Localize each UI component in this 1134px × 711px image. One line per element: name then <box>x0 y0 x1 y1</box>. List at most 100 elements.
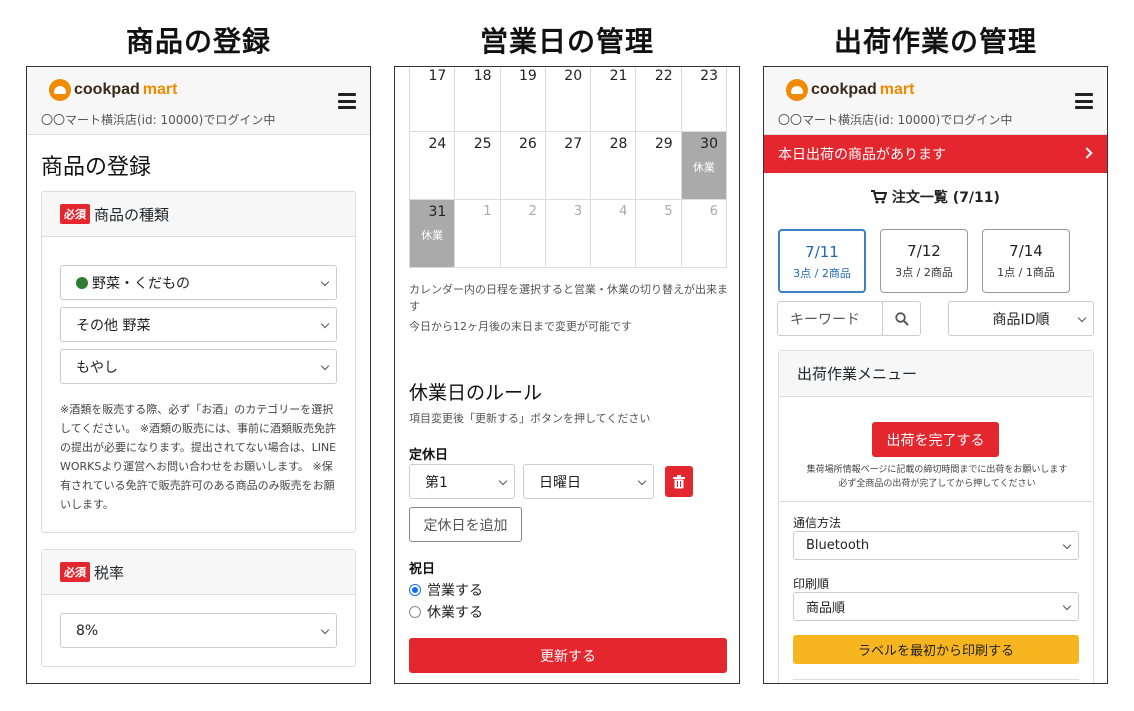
date-tab-0[interactable]: 7/11 3点 / 2商品 <box>778 229 866 293</box>
shipping-alert-text: 本日出荷の商品があります <box>778 147 946 163</box>
weekday-select[interactable]: 日曜日 <box>523 464 654 499</box>
calendar-day-cell[interactable]: 28 <box>590 131 637 200</box>
calendar-day-number: 18 <box>473 68 492 84</box>
chevron-down-icon <box>320 319 330 329</box>
caption-business-day-management: 営業日の管理 <box>479 25 654 58</box>
calendar-day-cell[interactable]: 29 <box>635 131 682 200</box>
radio-open[interactable]: 営業する <box>409 579 483 601</box>
search-icon <box>894 311 909 326</box>
calendar-week-row: 31 休業 1 2 3 4 5 6 <box>408 199 728 268</box>
chevron-down-icon <box>498 476 508 486</box>
calendar-day-number: 2 <box>528 204 537 219</box>
tax-rate-value: 8% <box>76 622 99 639</box>
tax-rate-select[interactable]: 8% <box>60 613 337 648</box>
calendar-day-cell[interactable]: 4 <box>590 199 637 268</box>
calendar-day-cell[interactable]: 30 休業 <box>680 131 728 200</box>
required-badge: 必須 <box>60 562 90 582</box>
calendar-day-cell[interactable]: 25 <box>454 131 501 200</box>
calendar-day-number: 21 <box>609 68 628 84</box>
calendar-day-cell[interactable]: 5 <box>635 199 682 268</box>
radio-closed[interactable]: 休業する <box>409 601 483 623</box>
national-holiday-label: 祝日 <box>409 562 436 577</box>
hamburger-menu-icon[interactable] <box>338 93 356 109</box>
brand-name: cookpad <box>811 81 877 98</box>
next-card: 必須 <box>41 683 356 684</box>
calendar-range-note: 今日から12ヶ月後の末日まで変更が可能です <box>409 320 632 333</box>
brand-logo[interactable]: cookpad mart <box>786 79 914 101</box>
item-select[interactable]: もやし <box>60 349 337 384</box>
card-body: 野菜・くだもの その他 野菜 もやし ※酒類を販売する際、必ず「お酒」のカテゴリ… <box>42 237 355 532</box>
fixed-holiday-label: 定休日 <box>409 448 449 463</box>
radio-button-checked[interactable] <box>409 584 421 596</box>
calendar-day-cell[interactable]: 3 <box>544 199 592 268</box>
holiday-tag: 休業 <box>421 229 444 242</box>
date-tab-2[interactable]: 7/14 1点 / 1商品 <box>982 229 1070 293</box>
print-labels-button[interactable]: ラベルを最初から印刷する <box>793 635 1079 664</box>
calendar-day-cell[interactable]: 21 <box>590 67 637 132</box>
radio-button[interactable] <box>409 606 421 618</box>
calendar-day-cell[interactable]: 6 <box>680 199 728 268</box>
calendar-day-number: 3 <box>573 204 583 219</box>
calendar-day-cell[interactable]: 17 <box>408 67 456 132</box>
brand-suffix: mart <box>879 81 915 98</box>
print-order-label: 印刷順 <box>793 577 830 591</box>
calendar-day-cell[interactable]: 24 <box>408 131 456 200</box>
card-header: 必須 商品の種類 <box>42 192 355 237</box>
date-tab-summary: 3点 / 2商品 <box>895 266 953 279</box>
calendar-day-number: 24 <box>428 136 447 152</box>
chef-hat-icon <box>786 79 808 101</box>
calendar-day-number: 4 <box>619 204 628 219</box>
login-status: 〇〇マート横浜店(id: 10000)でログイン中 <box>41 113 276 127</box>
calendar-day-cell[interactable]: 27 <box>544 131 592 200</box>
chevron-right-icon <box>1081 147 1093 159</box>
calendar-day-cell[interactable]: 23 <box>680 67 728 132</box>
product-type-card: 必須 商品の種類 野菜・くだもの その他 野菜 もやし ※酒類を販売する際、必ず… <box>41 191 356 533</box>
brand-logo[interactable]: cookpad mart <box>49 79 177 101</box>
calendar-day-number: 25 <box>473 136 492 152</box>
hamburger-menu-icon[interactable] <box>1075 93 1093 109</box>
complete-note-line2: 必ず全商品の出荷が完了してから押してください <box>838 479 1036 489</box>
delete-fixed-holiday-button[interactable] <box>665 466 693 497</box>
add-fixed-holiday-button[interactable]: 定休日を追加 <box>409 507 522 542</box>
date-tab-1[interactable]: 7/12 3点 / 2商品 <box>880 229 968 293</box>
print-order-value: 商品順 <box>806 601 846 616</box>
category-select-value: 野菜・くだもの <box>92 275 190 292</box>
brand-suffix: mart <box>142 81 178 98</box>
date-tab-summary: 3点 / 2商品 <box>793 267 851 280</box>
holiday-rules-title: 休業日のルール <box>409 382 543 404</box>
calendar-day-cell[interactable]: 19 <box>499 67 546 132</box>
subcategory-select[interactable]: その他 野菜 <box>60 307 337 342</box>
trash-icon <box>673 474 685 488</box>
product-registration-screen: cookpad mart 〇〇マート横浜店(id: 10000)でログイン中 商… <box>26 66 371 684</box>
print-order-select[interactable]: 商品順 <box>793 592 1079 621</box>
app-header: cookpad mart 〇〇マート横浜店(id: 10000)でログイン中 <box>764 67 1107 135</box>
complete-shipping-button[interactable]: 出荷を完了する <box>872 422 999 457</box>
card-header: 必須 税率 <box>42 550 355 595</box>
comm-method-select[interactable]: Bluetooth <box>793 531 1079 560</box>
chevron-down-icon <box>320 361 330 371</box>
calendar-day-cell[interactable]: 22 <box>635 67 682 132</box>
product-type-label: 商品の種類 <box>94 205 170 224</box>
update-button[interactable]: 更新する <box>409 638 727 673</box>
calendar-day-cell[interactable]: 26 <box>499 131 546 200</box>
calendar-day-cell[interactable]: 20 <box>544 67 592 132</box>
category-select[interactable]: 野菜・くだもの <box>60 265 337 300</box>
item-select-value: もやし <box>76 359 118 376</box>
calendar-day-number: 19 <box>519 68 537 84</box>
calendar-day-cell[interactable]: 2 <box>499 199 546 268</box>
business-calendar: 17 18 19 20 21 22 23 24 25 26 27 28 29 30 休業 31 休業 1 2 3 4 5 6 <box>408 67 728 268</box>
calendar-day-cell[interactable]: 1 <box>454 199 501 268</box>
shipping-alert-bar[interactable]: 本日出荷の商品があります <box>764 135 1107 173</box>
sort-select[interactable]: 商品ID順 <box>948 301 1094 336</box>
calendar-day-number: 5 <box>664 204 673 219</box>
chevron-down-icon <box>320 277 330 287</box>
week-select[interactable]: 第1 <box>409 464 515 499</box>
holiday-rules-note: 項目変更後「更新する」ボタンを押してください <box>409 412 651 425</box>
date-tab-date: 7/12 <box>907 242 941 260</box>
calendar-day-cell[interactable]: 18 <box>454 67 501 132</box>
broccoli-icon <box>76 276 88 289</box>
search-button[interactable] <box>882 301 921 336</box>
keyword-input[interactable]: キーワード <box>777 301 883 336</box>
complete-note-line1: 集荷場所情報ページに記載の締切時間までに出荷をお願いします <box>806 465 1068 475</box>
calendar-day-cell[interactable]: 31 休業 <box>408 199 456 268</box>
